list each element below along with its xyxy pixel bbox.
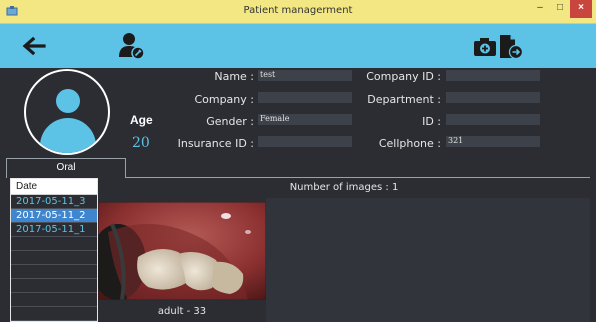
cellphone-field[interactable]: 321 bbox=[446, 136, 540, 147]
patient-info-panel: Age 20 Name : test Company : Gender : Fe… bbox=[6, 68, 590, 156]
main-content: Date 2017-05-11_3 2017-05-11_2 2017-05-1… bbox=[6, 178, 590, 322]
image-count: Number of images : 1 bbox=[289, 182, 399, 193]
id-label: ID : bbox=[422, 115, 441, 128]
close-button[interactable]: × bbox=[570, 0, 592, 18]
date-empty-row bbox=[11, 307, 97, 321]
capture-export-button[interactable] bbox=[470, 30, 530, 62]
insurance-id-label: Insurance ID : bbox=[177, 137, 254, 150]
date-empty-row bbox=[11, 293, 97, 307]
date-item[interactable]: 2017-05-11_3 bbox=[11, 195, 97, 209]
edit-patient-button[interactable] bbox=[114, 30, 150, 62]
avatar-head bbox=[56, 89, 80, 113]
camera-export-icon bbox=[474, 35, 524, 60]
department-label: Department : bbox=[367, 93, 441, 106]
back-arrow-icon bbox=[22, 36, 46, 56]
department-field[interactable] bbox=[446, 92, 540, 103]
tab-bar: Oral bbox=[6, 156, 590, 178]
image-thumbnail[interactable]: adult - 33 bbox=[98, 198, 266, 322]
date-item[interactable]: 2017-05-11_1 bbox=[11, 223, 97, 237]
avatar-body bbox=[40, 118, 96, 153]
toolbar bbox=[0, 24, 596, 68]
avatar bbox=[24, 69, 110, 155]
oral-photo bbox=[98, 202, 266, 300]
cellphone-label: Cellphone : bbox=[378, 137, 441, 150]
company-label: Company : bbox=[194, 93, 254, 106]
id-field[interactable] bbox=[446, 114, 540, 125]
image-grid: adult - 33 bbox=[98, 198, 590, 322]
gender-label: Gender : bbox=[206, 115, 254, 128]
date-empty-row bbox=[11, 251, 97, 265]
date-empty-row bbox=[11, 279, 97, 293]
thumbnail-caption: adult - 33 bbox=[157, 306, 207, 317]
date-list: Date 2017-05-11_3 2017-05-11_2 2017-05-1… bbox=[10, 178, 98, 322]
date-empty-row bbox=[11, 237, 97, 251]
title-bar: Patient managerment – □ × bbox=[0, 0, 596, 24]
tab-oral[interactable]: Oral bbox=[6, 158, 126, 178]
window-title: Patient managerment bbox=[243, 5, 353, 16]
user-edit-icon bbox=[119, 33, 145, 60]
name-label: Name : bbox=[214, 70, 254, 83]
back-button[interactable] bbox=[16, 30, 52, 62]
date-empty-row bbox=[11, 265, 97, 279]
date-item-selected[interactable]: 2017-05-11_2 bbox=[11, 209, 97, 223]
company-id-label: Company ID : bbox=[366, 70, 441, 83]
maximize-button[interactable]: □ bbox=[550, 0, 570, 18]
date-column-header: Date bbox=[11, 179, 97, 195]
company-id-field[interactable] bbox=[446, 70, 540, 81]
minimize-button[interactable]: – bbox=[530, 0, 550, 18]
